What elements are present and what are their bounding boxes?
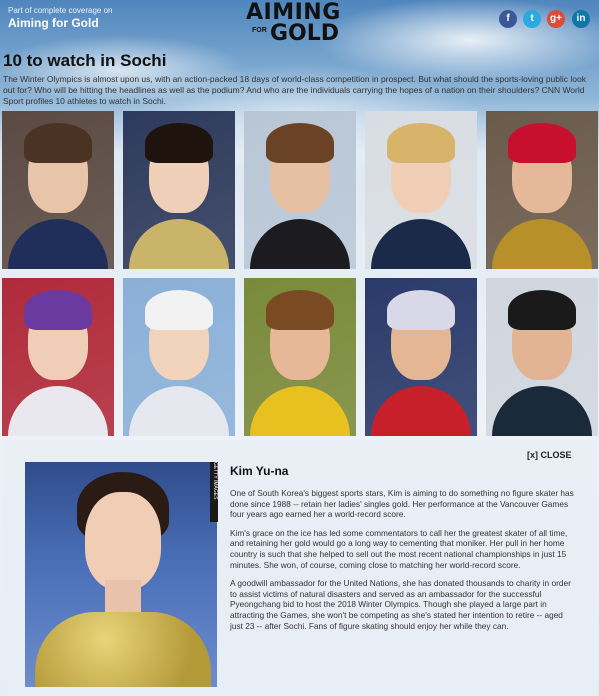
page-title: 10 to watch in Sochi <box>3 51 167 70</box>
portrait-dress <box>35 612 211 687</box>
athlete-hair <box>508 290 576 330</box>
athlete-tile[interactable] <box>2 278 114 436</box>
athlete-hair <box>24 290 92 330</box>
athlete-tile[interactable] <box>365 278 477 436</box>
bio-paragraph-2: Kim's grace on the ice has led some comm… <box>230 527 568 570</box>
athlete-hair <box>508 123 576 163</box>
athlete-shoulders <box>250 219 350 269</box>
athlete-shoulders <box>8 219 108 269</box>
athlete-tile[interactable] <box>486 111 598 269</box>
google-plus-icon[interactable]: g+ <box>547 10 565 28</box>
facebook-icon[interactable]: f <box>499 10 517 28</box>
photo-credit: GETTY IMAGES <box>210 462 218 522</box>
close-button[interactable]: [x] CLOSE <box>527 450 572 460</box>
athlete-shoulders <box>129 219 229 269</box>
athlete-shoulders <box>371 386 471 436</box>
athlete-hair <box>387 290 455 330</box>
athlete-tile[interactable] <box>486 278 598 436</box>
athlete-shoulders <box>8 386 108 436</box>
aiming-for-gold-logo: AIMING FOR GOLD <box>240 0 370 48</box>
athlete-tile[interactable] <box>123 111 235 269</box>
athlete-tile[interactable] <box>244 278 356 436</box>
athlete-shoulders <box>492 386 592 436</box>
athlete-shoulders <box>250 386 350 436</box>
athlete-tile[interactable] <box>123 278 235 436</box>
athlete-tile[interactable] <box>244 111 356 269</box>
athlete-name: Kim Yu-na <box>230 464 289 478</box>
coverage-tagline: Part of complete coverage on <box>8 6 113 15</box>
athlete-tile[interactable] <box>365 111 477 269</box>
athlete-hair <box>145 123 213 163</box>
logo-line-3: GOLD <box>270 21 340 46</box>
athlete-tile[interactable] <box>2 111 114 269</box>
bio-paragraph-3: A goodwill ambassador for the United Nat… <box>230 578 571 631</box>
intro-text: The Winter Olympics is almost upon us, w… <box>3 74 586 106</box>
athlete-bio: One of South Korea's biggest sports star… <box>230 488 575 639</box>
athlete-hair <box>387 123 455 163</box>
athlete-grid <box>2 111 598 436</box>
athlete-portrait <box>25 462 217 687</box>
athlete-shoulders <box>129 386 229 436</box>
bio-paragraph-1: One of South Korea's biggest sports star… <box>230 488 574 520</box>
header: Part of complete coverage on Aiming for … <box>0 0 599 46</box>
brand-link[interactable]: Aiming for Gold <box>8 16 99 30</box>
athlete-shoulders <box>492 219 592 269</box>
logo-line-2: FOR <box>252 27 267 34</box>
twitter-icon[interactable]: t <box>523 10 541 28</box>
athlete-hair <box>266 290 334 330</box>
athlete-hair <box>266 123 334 163</box>
athlete-hair <box>24 123 92 163</box>
athlete-shoulders <box>371 219 471 269</box>
portrait-face <box>85 492 161 590</box>
athlete-hair <box>145 290 213 330</box>
linkedin-icon[interactable]: in <box>572 10 590 28</box>
